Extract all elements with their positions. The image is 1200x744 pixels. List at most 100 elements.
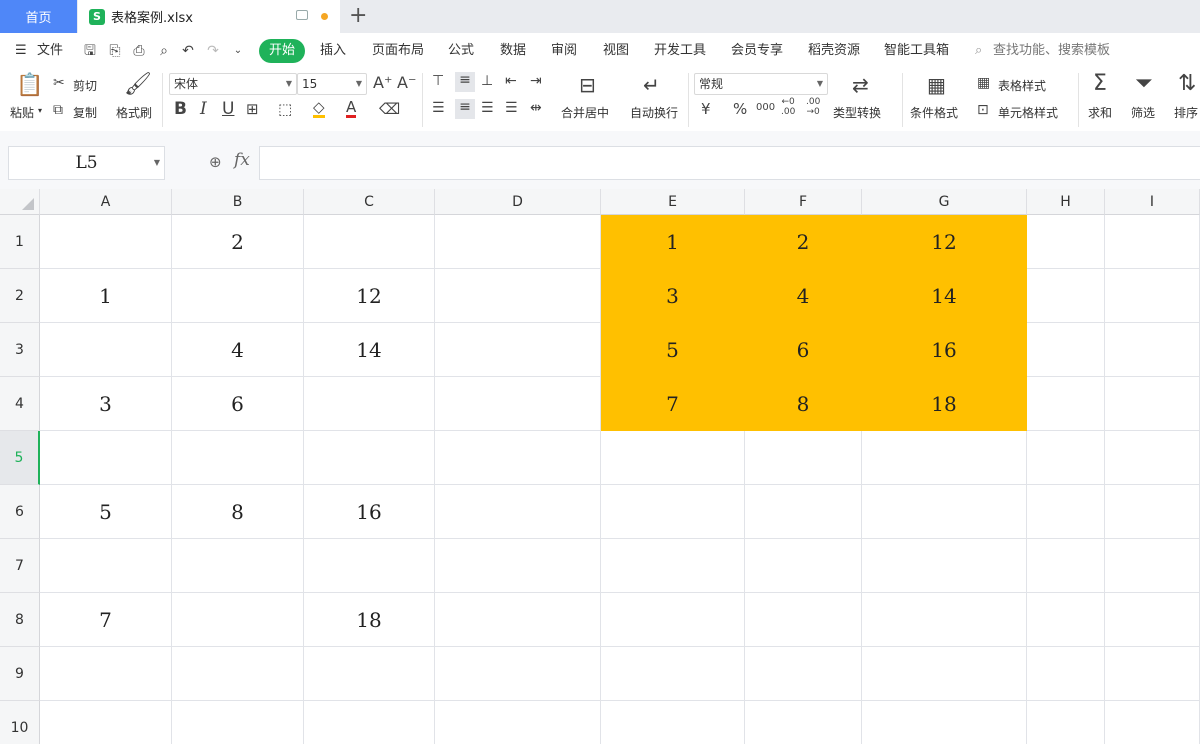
- cell-a7[interactable]: [40, 539, 172, 593]
- cell-d2[interactable]: [435, 269, 601, 323]
- cell-e7[interactable]: [601, 539, 745, 593]
- cell-g9[interactable]: [862, 647, 1027, 701]
- cell-d5[interactable]: [435, 431, 601, 485]
- row-header-8[interactable]: 8: [0, 593, 40, 647]
- cell-f6[interactable]: [745, 485, 862, 539]
- cut-button[interactable]: 剪切: [73, 77, 97, 94]
- menu-page-layout[interactable]: 页面布局: [372, 33, 424, 69]
- cell-f1[interactable]: 2: [745, 215, 862, 269]
- format-painter-icon[interactable]: 🖌: [124, 72, 152, 97]
- row-header-5[interactable]: 5: [0, 431, 40, 485]
- wrap-text-button[interactable]: 自动换行: [630, 104, 678, 121]
- menu-developer[interactable]: 开发工具: [654, 33, 706, 69]
- column-header-g[interactable]: G: [862, 189, 1027, 215]
- cell-f4[interactable]: 8: [745, 377, 862, 431]
- bold-button[interactable]: B: [174, 99, 187, 119]
- feature-search[interactable]: 查找功能、搜索模板: [993, 33, 1110, 69]
- eraser-icon[interactable]: ⌫: [379, 100, 400, 118]
- cell-e3[interactable]: 5: [601, 323, 745, 377]
- redo-icon[interactable]: ↷: [205, 43, 221, 59]
- cell-fill-icon[interactable]: ⬚: [278, 100, 292, 118]
- filter-button[interactable]: 筛选: [1131, 104, 1155, 121]
- cell-c5[interactable]: [304, 431, 435, 485]
- new-tab-button[interactable]: +: [349, 3, 367, 29]
- name-box[interactable]: L5 ▼: [8, 146, 165, 180]
- cell-d4[interactable]: [435, 377, 601, 431]
- cell-g2[interactable]: 14: [862, 269, 1027, 323]
- cell-i1[interactable]: [1105, 215, 1200, 269]
- cell-h7[interactable]: [1027, 539, 1105, 593]
- cell-c9[interactable]: [304, 647, 435, 701]
- column-header-e[interactable]: E: [601, 189, 745, 215]
- scissors-icon[interactable]: ✂: [53, 75, 65, 91]
- cell-i5[interactable]: [1105, 431, 1200, 485]
- italic-button[interactable]: I: [200, 99, 207, 119]
- decrease-font-icon[interactable]: A⁻: [397, 73, 416, 92]
- menu-member[interactable]: 会员专享: [731, 33, 783, 69]
- cell-d10[interactable]: [435, 701, 601, 744]
- cell-d3[interactable]: [435, 323, 601, 377]
- cell-i7[interactable]: [1105, 539, 1200, 593]
- cell-f10[interactable]: [745, 701, 862, 744]
- menu-file[interactable]: 文件: [37, 33, 63, 69]
- currency-button[interactable]: ¥: [701, 100, 711, 118]
- paste-button[interactable]: 粘贴: [10, 104, 34, 121]
- cell-c2[interactable]: 12: [304, 269, 435, 323]
- cell-d7[interactable]: [435, 539, 601, 593]
- percent-button[interactable]: %: [733, 100, 747, 118]
- cell-g7[interactable]: [862, 539, 1027, 593]
- cell-e8[interactable]: [601, 593, 745, 647]
- filter-icon[interactable]: ⏷: [1135, 71, 1153, 96]
- cell-i3[interactable]: [1105, 323, 1200, 377]
- cell-c10[interactable]: [304, 701, 435, 744]
- increase-font-icon[interactable]: A⁺: [373, 73, 392, 92]
- zoom-icon[interactable]: ⊕: [209, 153, 222, 171]
- cell-b5[interactable]: [172, 431, 304, 485]
- cell-a2[interactable]: 1: [40, 269, 172, 323]
- cell-g3[interactable]: 16: [862, 323, 1027, 377]
- print-icon[interactable]: ⎙: [131, 43, 147, 59]
- column-header-i[interactable]: I: [1105, 189, 1200, 215]
- thousands-button[interactable]: 000: [756, 102, 775, 113]
- column-header-f[interactable]: F: [745, 189, 862, 215]
- cell-b6[interactable]: 8: [172, 485, 304, 539]
- cell-f8[interactable]: [745, 593, 862, 647]
- cell-c6[interactable]: 16: [304, 485, 435, 539]
- formula-input[interactable]: [259, 146, 1200, 180]
- cell-a6[interactable]: 5: [40, 485, 172, 539]
- cell-i10[interactable]: [1105, 701, 1200, 744]
- menu-start[interactable]: 开始: [259, 39, 305, 63]
- cell-a5[interactable]: [40, 431, 172, 485]
- align-right-icon[interactable]: ☰: [481, 100, 494, 116]
- save-icon[interactable]: 🖫: [82, 43, 98, 59]
- column-header-c[interactable]: C: [304, 189, 435, 215]
- sum-icon[interactable]: Σ: [1093, 71, 1107, 96]
- wrap-text-icon[interactable]: ↵: [643, 73, 660, 97]
- conditional-format-icon[interactable]: ▦: [927, 73, 946, 97]
- row-header-2[interactable]: 2: [0, 269, 40, 323]
- cell-i6[interactable]: [1105, 485, 1200, 539]
- menu-smart-tools[interactable]: 智能工具箱: [884, 33, 949, 69]
- cell-i8[interactable]: [1105, 593, 1200, 647]
- cell-e2[interactable]: 3: [601, 269, 745, 323]
- cell-b8[interactable]: [172, 593, 304, 647]
- menu-review[interactable]: 审阅: [551, 33, 577, 69]
- cell-h8[interactable]: [1027, 593, 1105, 647]
- table-style-icon[interactable]: ▦: [977, 75, 990, 91]
- undo-icon[interactable]: ↶: [180, 43, 196, 59]
- cell-e4[interactable]: 7: [601, 377, 745, 431]
- type-convert-icon[interactable]: ⇄: [852, 73, 869, 97]
- tab-file[interactable]: S 表格案例.xlsx: [78, 0, 340, 33]
- cell-d8[interactable]: [435, 593, 601, 647]
- cell-g4[interactable]: 18: [862, 377, 1027, 431]
- cell-e10[interactable]: [601, 701, 745, 744]
- paste-icon[interactable]: 📋: [16, 73, 43, 98]
- cell-f2[interactable]: 4: [745, 269, 862, 323]
- cell-c4[interactable]: [304, 377, 435, 431]
- cell-f9[interactable]: [745, 647, 862, 701]
- cell-a9[interactable]: [40, 647, 172, 701]
- cell-style-button[interactable]: 单元格样式: [998, 104, 1058, 121]
- cell-f5[interactable]: [745, 431, 862, 485]
- font-color-icon[interactable]: A: [346, 99, 357, 118]
- align-bottom-icon[interactable]: ⊥: [481, 73, 493, 89]
